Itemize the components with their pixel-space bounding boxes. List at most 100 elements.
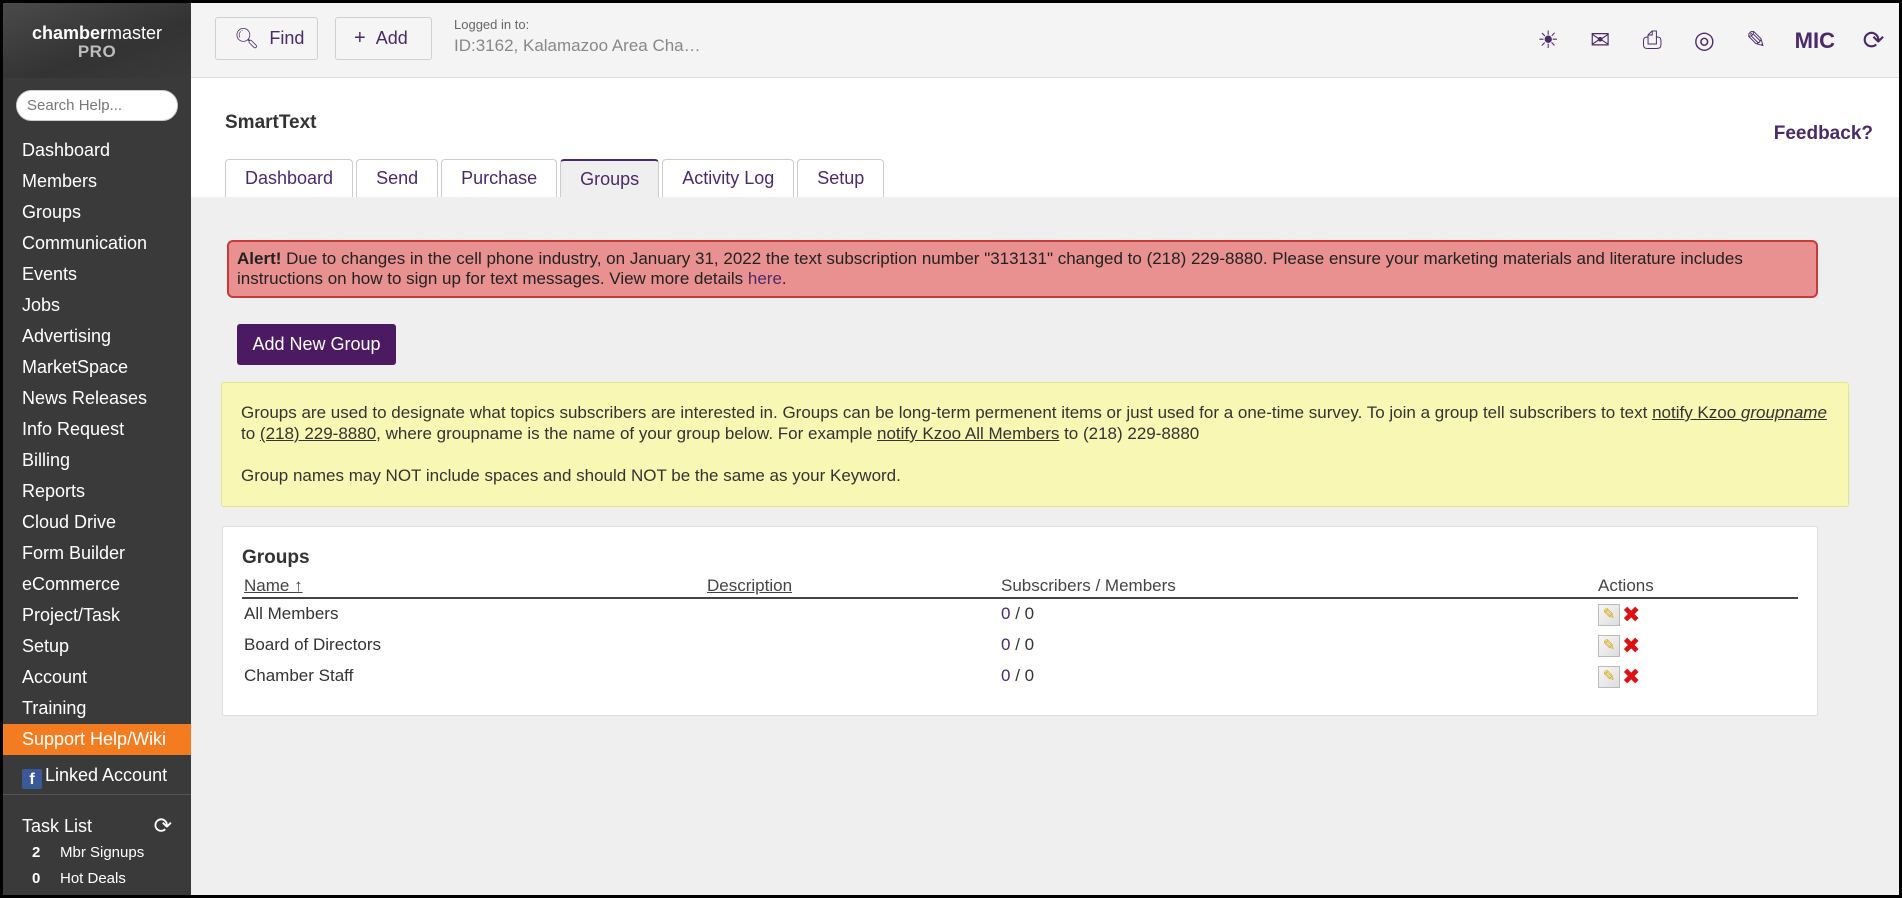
info-command: notify Kzoo groupname bbox=[1652, 403, 1827, 422]
help-search-input[interactable] bbox=[16, 90, 178, 121]
sidebar-item-ecommerce[interactable]: eCommerce bbox=[3, 569, 191, 600]
feedback-link[interactable]: Feedback? bbox=[1774, 123, 1873, 145]
mail-icon[interactable]: ✉︎ bbox=[1587, 26, 1614, 55]
info-text: to bbox=[241, 424, 260, 443]
add-label: Add bbox=[375, 28, 408, 48]
groups-title: Groups bbox=[242, 547, 310, 568]
tab-send[interactable]: Send bbox=[356, 159, 439, 197]
lightbulb-icon[interactable]: ☀︎ bbox=[1535, 26, 1562, 55]
group-description bbox=[707, 630, 1001, 661]
top-icons: ☀︎ ✉︎ ⎙ ◎ ✎ MIC ⟳ bbox=[1535, 25, 1899, 56]
sidebar-item-form-builder[interactable]: Form Builder bbox=[3, 538, 191, 569]
main-content: Alert! Due to changes in the cell phone … bbox=[191, 197, 1899, 895]
member-count: / 0 bbox=[1010, 604, 1035, 623]
alert-end: . bbox=[781, 269, 787, 288]
task-list: Task List ⟳ 2 Mbr Signups 0 Hot Deals bbox=[3, 795, 191, 891]
alert-label: Alert! bbox=[237, 249, 282, 268]
page-title: SmartText bbox=[225, 112, 317, 133]
task-label: Hot Deals bbox=[60, 870, 126, 887]
delete-icon[interactable]: ✖ bbox=[1622, 666, 1640, 688]
logo-sub: PRO bbox=[77, 42, 117, 61]
user-initials[interactable]: MIC bbox=[1795, 28, 1835, 54]
tab-groups[interactable]: Groups bbox=[560, 159, 660, 197]
search-icon: 🔍︎ bbox=[234, 28, 260, 50]
table-row: All Members 0 / 0 ✎ ✖ bbox=[242, 599, 1798, 630]
info-command-prefix: notify Kzoo bbox=[1652, 403, 1741, 422]
refresh-icon[interactable]: ⟳ bbox=[154, 815, 172, 837]
alert-banner: Alert! Due to changes in the cell phone … bbox=[227, 240, 1818, 298]
globe-icon[interactable]: ◎ bbox=[1691, 26, 1718, 55]
reload-icon[interactable]: ⟳ bbox=[1860, 25, 1887, 56]
group-name: Board of Directors bbox=[244, 635, 381, 654]
sidebar-item-setup[interactable]: Setup bbox=[3, 631, 191, 662]
sidebar-item-support[interactable]: Support Help/Wiki bbox=[3, 724, 191, 755]
info-phone: (218) 229-8880 bbox=[259, 424, 377, 443]
sidebar-item-info-request[interactable]: Info Request bbox=[3, 414, 191, 445]
tab-purchase[interactable]: Purchase bbox=[441, 159, 558, 197]
task-count: 2 bbox=[32, 844, 41, 861]
sidebar-item-reports[interactable]: Reports bbox=[3, 476, 191, 507]
sidebar-item-training[interactable]: Training bbox=[3, 693, 191, 724]
sidebar-item-project-task[interactable]: Project/Task bbox=[3, 600, 191, 631]
sidebar-item-groups[interactable]: Groups bbox=[3, 197, 191, 228]
tab-dashboard[interactable]: Dashboard bbox=[225, 159, 354, 197]
groups-table-header: Name ↑ Description Subscribers / Members… bbox=[242, 575, 1798, 599]
task-list-title: Task List bbox=[22, 815, 93, 836]
plus-icon: + bbox=[354, 27, 366, 49]
edit-icon[interactable]: ✎ bbox=[1598, 604, 1620, 626]
linked-account-label: Linked Account bbox=[45, 765, 168, 785]
sidebar-item-communication[interactable]: Communication bbox=[3, 228, 191, 259]
info-text: Groups are used to designate what topics… bbox=[241, 403, 1653, 422]
task-item[interactable]: 2 Mbr Signups bbox=[22, 841, 172, 865]
groups-info-box: Groups are used to designate what topics… bbox=[221, 382, 1849, 507]
sidebar-nav: Dashboard Members Groups Communication E… bbox=[3, 135, 191, 755]
sidebar-item-billing[interactable]: Billing bbox=[3, 445, 191, 476]
add-new-group-button[interactable]: Add New Group bbox=[237, 324, 396, 365]
tab-activity-log[interactable]: Activity Log bbox=[662, 159, 795, 197]
task-item[interactable]: 0 Hot Deals bbox=[22, 867, 172, 891]
delete-icon[interactable]: ✖ bbox=[1622, 635, 1640, 657]
sidebar-item-dashboard[interactable]: Dashboard bbox=[3, 135, 191, 166]
sidebar-item-cloud-drive[interactable]: Cloud Drive bbox=[3, 507, 191, 538]
info-example-command: notify Kzoo All Members bbox=[877, 424, 1060, 443]
sidebar-item-advertising[interactable]: Advertising bbox=[3, 321, 191, 352]
delete-icon[interactable]: ✖ bbox=[1622, 604, 1640, 626]
linked-account-link[interactable]: f Linked Account bbox=[3, 755, 191, 795]
edit-icon[interactable]: ✎ bbox=[1598, 666, 1620, 688]
print-icon[interactable]: ⎙ bbox=[1639, 27, 1666, 55]
add-button[interactable]: + Add bbox=[335, 17, 432, 60]
alert-details-link[interactable]: here bbox=[748, 269, 782, 288]
login-info: Logged in to: ID:3162, Kalamazoo Area Ch… bbox=[454, 17, 701, 56]
sidebar-item-events[interactable]: Events bbox=[3, 259, 191, 290]
sidebar-item-news-releases[interactable]: News Releases bbox=[3, 383, 191, 414]
subscribers-header: Subscribers / Members bbox=[1001, 576, 1176, 595]
actions-header: Actions bbox=[1598, 576, 1654, 595]
member-count: / 0 bbox=[1010, 635, 1035, 654]
facebook-icon: f bbox=[22, 769, 42, 789]
member-count: / 0 bbox=[1010, 666, 1035, 685]
info-command-groupname: groupname bbox=[1740, 403, 1827, 422]
task-count: 0 bbox=[32, 870, 41, 887]
alert-text: Due to changes in the cell phone industr… bbox=[237, 249, 1743, 288]
logo-rest: master bbox=[107, 23, 163, 43]
login-value[interactable]: ID:3162, Kalamazoo Area Cha… bbox=[454, 36, 701, 56]
tab-setup[interactable]: Setup bbox=[797, 159, 885, 197]
pencil-icon[interactable]: ✎ bbox=[1743, 26, 1770, 55]
group-description bbox=[707, 599, 1001, 630]
page-header: SmartText Feedback? Dashboard Send Purch… bbox=[191, 78, 1899, 197]
sidebar-item-members[interactable]: Members bbox=[3, 166, 191, 197]
app-logo[interactable]: chambermaster PRO bbox=[3, 3, 191, 78]
top-bar: 🔍︎ Find + Add Logged in to: ID:3162, Kalam… bbox=[191, 3, 1899, 78]
sidebar-item-account[interactable]: Account bbox=[3, 662, 191, 693]
group-name: All Members bbox=[244, 604, 339, 623]
group-description bbox=[707, 661, 1001, 692]
find-button[interactable]: 🔍︎ Find bbox=[215, 17, 318, 60]
sort-name-header[interactable]: Name ↑ bbox=[244, 576, 303, 595]
login-caption: Logged in to: bbox=[454, 17, 530, 32]
sidebar-item-jobs[interactable]: Jobs bbox=[3, 290, 191, 321]
sidebar-item-marketspace[interactable]: MarketSpace bbox=[3, 352, 191, 383]
info-text: to (218) 229-8880 bbox=[1059, 424, 1200, 443]
sort-description-header[interactable]: Description bbox=[707, 576, 792, 595]
app-frame: chambermaster PRO Dashboard Members Grou… bbox=[3, 3, 1899, 895]
edit-icon[interactable]: ✎ bbox=[1598, 635, 1620, 657]
